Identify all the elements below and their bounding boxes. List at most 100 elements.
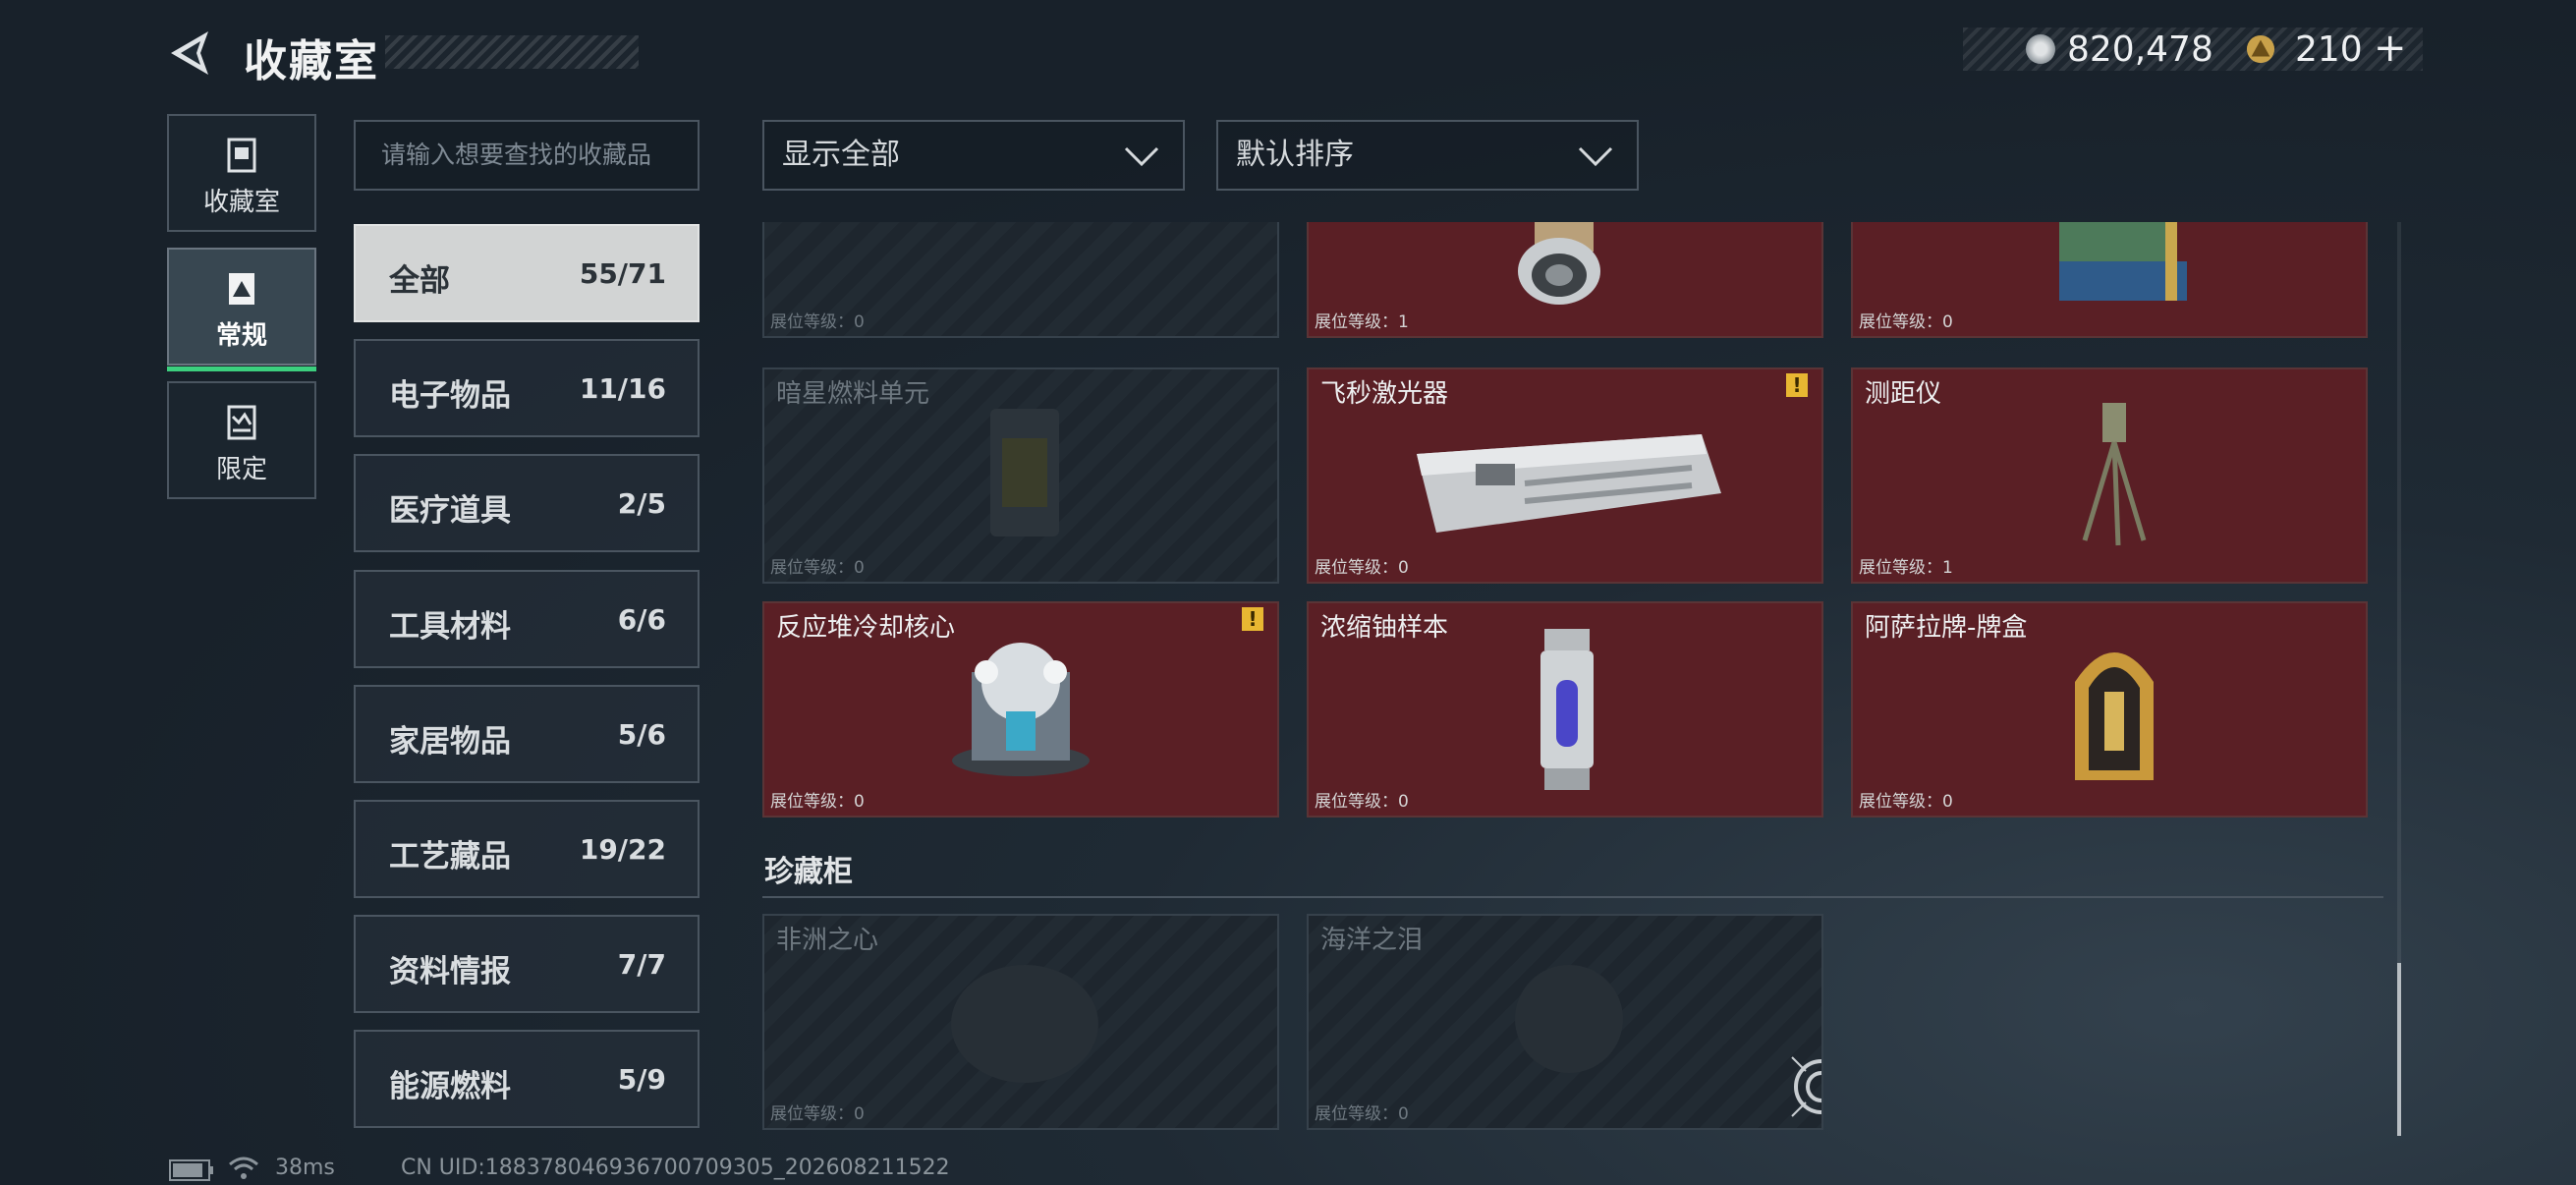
lens-item-icon [1518,222,1600,305]
collection-icon [227,138,256,173]
category-count: 7/7 [617,948,666,981]
silver-coin-icon [2026,34,2055,64]
card-name: 海洋之泪 [1320,926,1424,955]
gold-amount: 210 [2295,29,2363,70]
collection-card[interactable]: 反应堆冷却核心 ! 展位等级：0 [762,601,1279,818]
card-level: 展位等级：0 [1859,792,1953,812]
card-level: 展位等级：0 [1859,312,1953,332]
limited-icon [227,405,256,440]
rangefinder-icon [2082,403,2147,546]
collection-card[interactable]: 暗星燃料单元 展位等级：0 [762,367,1279,584]
card-level: 展位等级：0 [770,1104,865,1124]
card-level: 展位等级：1 [1859,558,1953,578]
nav-limited[interactable]: 限定 [167,381,316,499]
category-count: 2/5 [617,487,666,520]
category-name: 家居物品 [389,724,511,760]
category-name: 工具材料 [389,609,511,645]
card-name: 飞秒激光器 [1320,379,1449,409]
laser-device-icon [1417,434,1721,533]
alert-icon: ! [1242,607,1263,631]
category-household[interactable]: 家居物品 5/6 [354,685,700,783]
circuit-device-icon [2059,222,2187,301]
category-count: 5/6 [617,718,666,751]
show-filter-dropdown[interactable]: 显示全部 [762,120,1185,191]
card-name: 测距仪 [1865,379,1942,409]
category-count: 55/71 [579,257,666,290]
nav-standard[interactable]: 常规 [167,248,316,371]
collection-card[interactable]: 展位等级：0 [1851,222,2368,338]
card-level: 展位等级：0 [770,792,865,812]
category-all[interactable]: 全部 55/71 [354,224,700,322]
card-name: 阿萨拉牌-牌盒 [1865,613,2028,643]
collection-card[interactable]: 阿萨拉牌-牌盒 展位等级：0 [1851,601,2368,818]
card-level: 展位等级：0 [770,312,865,332]
nav-standard-label: 常规 [215,321,267,351]
card-name: 反应堆冷却核心 [776,613,956,643]
title-decoration [385,35,639,69]
treasure-section-title: 珍藏柜 [764,855,853,889]
alert-icon: ! [1786,373,1808,397]
treasure-card[interactable]: 非洲之心 展位等级：0 [762,914,1279,1130]
nav-limited-label: 限定 [215,455,267,484]
card-level: 展位等级：1 [1315,312,1409,332]
category-intel[interactable]: 资料情报 7/7 [354,915,700,1013]
sort-value: 默认排序 [1236,138,1354,172]
currency-bar: 820,478 210 + [1963,26,2423,71]
card-name: 暗星燃料单元 [776,379,930,409]
card-level: 展位等级：0 [1315,1104,1409,1124]
back-button[interactable] [167,28,216,79]
gem-silhouette-icon [1515,965,1623,1073]
ping-text: 38ms [275,1156,335,1180]
category-count: 11/16 [579,372,666,405]
category-name: 医疗道具 [389,493,511,529]
category-name: 电子物品 [389,378,511,414]
nav-collection[interactable]: 收藏室 [167,114,316,232]
card-level: 展位等级：0 [770,558,865,578]
section-divider [762,896,2383,898]
collection-card[interactable]: 展位等级：0 [762,222,1279,338]
category-count: 6/6 [617,603,666,636]
fuel-cell-icon [990,409,1059,536]
category-name: 工艺藏品 [389,839,511,875]
card-level: 展位等级：0 [1315,558,1409,578]
silver-amount: 820,478 [2067,29,2213,70]
card-level: 展位等级：0 [1315,792,1409,812]
chevron-down-icon [1124,146,1159,167]
category-name: 全部 [389,263,450,299]
battery-icon [169,1159,213,1181]
card-name: 浓缩铀样本 [1320,613,1449,643]
collection-card[interactable]: 展位等级：1 [1307,222,1823,338]
category-name: 能源燃料 [389,1069,511,1104]
card-name: 非洲之心 [776,926,879,955]
category-name: 资料情报 [389,954,511,989]
category-energy[interactable]: 能源燃料 5/9 [354,1030,700,1128]
gem-silhouette-icon [951,965,1098,1083]
sort-dropdown[interactable]: 默认排序 [1216,120,1639,191]
category-electronics[interactable]: 电子物品 11/16 [354,339,700,437]
standard-icon [229,273,254,305]
uid-text: CN UID:188378046936700709305_20260821152… [401,1156,950,1180]
scrollbar-thumb[interactable] [2397,963,2401,1136]
add-currency-button[interactable]: + [2374,26,2407,71]
show-filter-value: 显示全部 [782,138,900,172]
chevron-down-icon [1578,146,1613,167]
collection-card[interactable]: 测距仪 展位等级：1 [1851,367,2368,584]
page-title: 收藏室 [244,36,379,86]
collection-card[interactable]: 浓缩铀样本 展位等级：0 [1307,601,1823,818]
uranium-sample-icon [1540,629,1594,790]
category-count: 19/22 [579,833,666,866]
category-count: 5/9 [617,1063,666,1096]
treasure-card[interactable]: 海洋之泪 展位等级：0 [1307,914,1823,1130]
nav-collection-label: 收藏室 [202,188,280,217]
wifi-icon [229,1157,258,1179]
card-box-icon [2075,652,2154,780]
collection-card[interactable]: 飞秒激光器 ! 展位等级：0 [1307,367,1823,584]
back-arrow-icon [171,31,208,75]
category-crafts[interactable]: 工艺藏品 19/22 [354,800,700,898]
target-icon[interactable] [1788,1053,1823,1120]
category-medical[interactable]: 医疗道具 2/5 [354,454,700,552]
gold-coin-icon [2246,34,2275,64]
search-input[interactable]: 请输入想要查找的收藏品 [354,120,700,191]
category-tools[interactable]: 工具材料 6/6 [354,570,700,668]
reactor-core-icon [952,643,1090,776]
